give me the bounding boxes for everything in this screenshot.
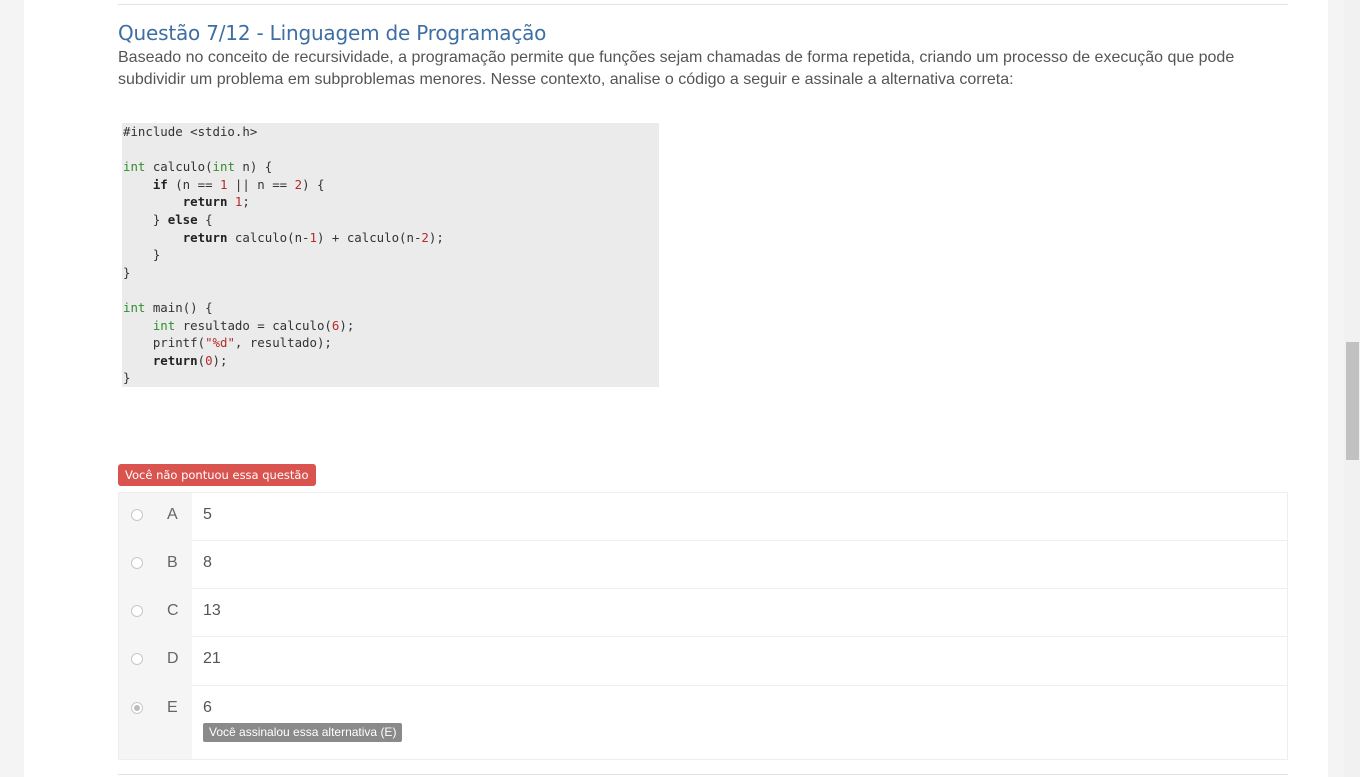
scrollbar-thumb[interactable] <box>1346 342 1359 460</box>
option-letter: B <box>167 554 178 571</box>
option-gutter <box>119 541 192 589</box>
option-letter: A <box>167 506 178 523</box>
code-line: return 1; <box>182 194 250 210</box>
option-text: 5 <box>203 506 212 523</box>
question-title: Questão 7/12 - Linguagem de Programação <box>118 21 547 45</box>
code-line: } <box>123 247 161 263</box>
selected-answer-tag: Você assinalou essa alternativa (E) <box>203 723 403 742</box>
radio-a[interactable] <box>131 509 143 521</box>
option-text: 13 <box>203 602 221 619</box>
code-line: ​ <box>123 141 444 159</box>
option-letter: D <box>167 650 179 667</box>
radio-c[interactable] <box>131 605 143 617</box>
code-listing: #include <stdio.h>​int calculo(int n) { … <box>122 123 444 387</box>
option-gutter <box>119 589 192 637</box>
code-line: return(0); <box>152 352 228 368</box>
radio-b[interactable] <box>131 557 143 569</box>
option-b[interactable]: B 8 <box>119 541 1287 589</box>
option-c[interactable]: C 13 <box>119 589 1287 637</box>
question-text: Baseado no conceito de recursividade, a … <box>118 49 1235 88</box>
radio-d[interactable] <box>131 653 143 665</box>
option-gutter <box>119 686 192 759</box>
option-d[interactable]: D 21 <box>119 637 1287 686</box>
code-line: } <box>123 370 131 386</box>
bottom-divider <box>118 774 1288 775</box>
option-text: 6 <box>203 699 212 716</box>
code-line: ​ <box>123 281 444 299</box>
code-line: int calculo(int n) { <box>123 159 273 175</box>
code-line: int resultado = calculo(6); <box>152 317 355 333</box>
option-text: 21 <box>203 650 221 667</box>
code-line: int main() { <box>123 299 213 315</box>
score-badge: Você não pontuou essa questão <box>118 464 316 486</box>
option-gutter <box>119 637 192 686</box>
option-text: 8 <box>203 554 212 571</box>
option-letter: E <box>167 699 178 716</box>
option-a[interactable]: A 5 <box>119 493 1287 541</box>
answer-options: A 5 B 8 C 13 D 21 E 6 Você assinalou ess… <box>118 492 1288 760</box>
code-line: return calculo(n-1) + calculo(n-2); <box>182 229 444 245</box>
code-block: #include <stdio.h>​int calculo(int n) { … <box>122 123 659 387</box>
code-line: } <box>123 264 131 280</box>
option-gutter <box>119 493 192 541</box>
option-letter: C <box>167 602 179 619</box>
top-divider <box>118 4 1288 5</box>
code-line: if (n == 1 || n == 2) { <box>152 176 325 192</box>
radio-e[interactable] <box>131 702 143 714</box>
option-e[interactable]: E 6 Você assinalou essa alternativa (E) <box>119 686 1287 759</box>
code-line: #include <stdio.h> <box>123 124 258 139</box>
code-line: } else { <box>123 211 213 227</box>
code-line: printf("%d", resultado); <box>123 335 332 351</box>
